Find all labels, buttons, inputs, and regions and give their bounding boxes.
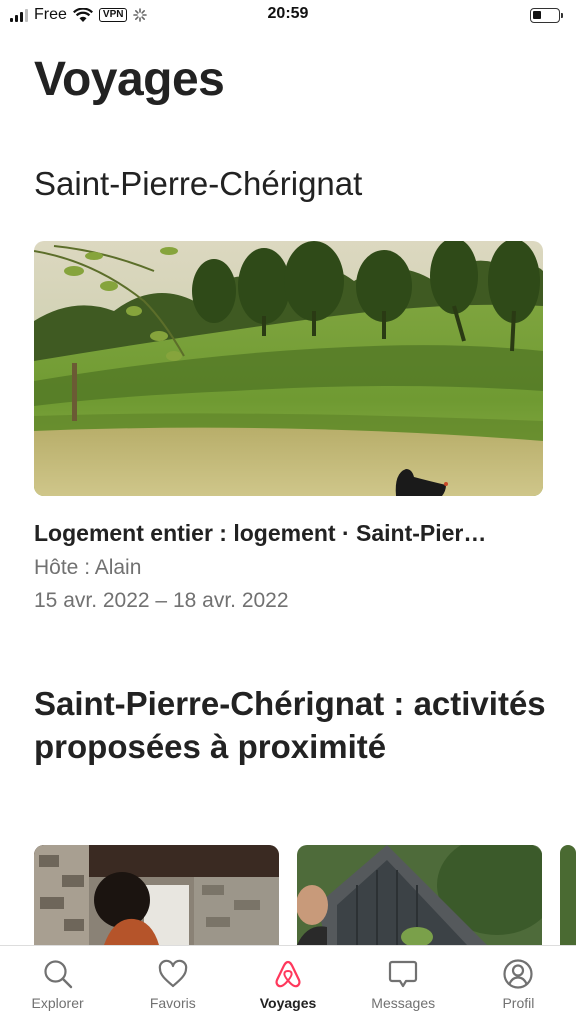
trip-destination-heading: Saint-Pierre-Chérignat [34,165,363,202]
message-icon [389,960,418,988]
activity-card[interactable] [297,845,542,945]
activity-image [34,845,279,945]
status-time: 20:59 [267,5,309,22]
tab-profil[interactable]: Profil [461,946,576,1024]
tab-voyages[interactable]: Voyages [230,946,345,1024]
heart-icon [158,959,188,988]
activity-image [560,845,576,945]
host-name: Hôte : Alain [34,556,142,579]
listing-title[interactable]: Logement entier : logement · Saint-Pier… [34,520,544,547]
tab-bar: Explorer Favoris Voyages Messages Profil [0,945,576,1024]
trip-photo[interactable] [34,241,543,496]
tab-favoris[interactable]: Favoris [115,946,230,1024]
trip-dates: 15 avr. 2022 – 18 avr. 2022 [34,589,289,612]
battery-icon [530,8,563,23]
airbnb-logo-icon [275,960,301,988]
activity-image [297,845,542,945]
status-bar: Free VPN 20:59 [0,0,576,30]
tab-label: Explorer [31,995,84,1011]
tab-label: Messages [371,995,436,1011]
activity-card[interactable] [560,845,576,945]
tab-label: Profil [502,995,535,1011]
tab-messages[interactable]: Messages [346,946,461,1024]
page-title: Voyages [34,53,225,106]
activity-card[interactable] [34,845,279,945]
tab-label: Voyages [259,995,317,1011]
tab-label: Favoris [149,995,196,1011]
profile-icon [503,959,534,989]
search-icon [43,960,72,989]
tab-explorer[interactable]: Explorer [0,946,115,1024]
countryside-image [34,241,543,496]
activities-heading: Saint-Pierre-Chérignat : activités propo… [34,685,546,765]
